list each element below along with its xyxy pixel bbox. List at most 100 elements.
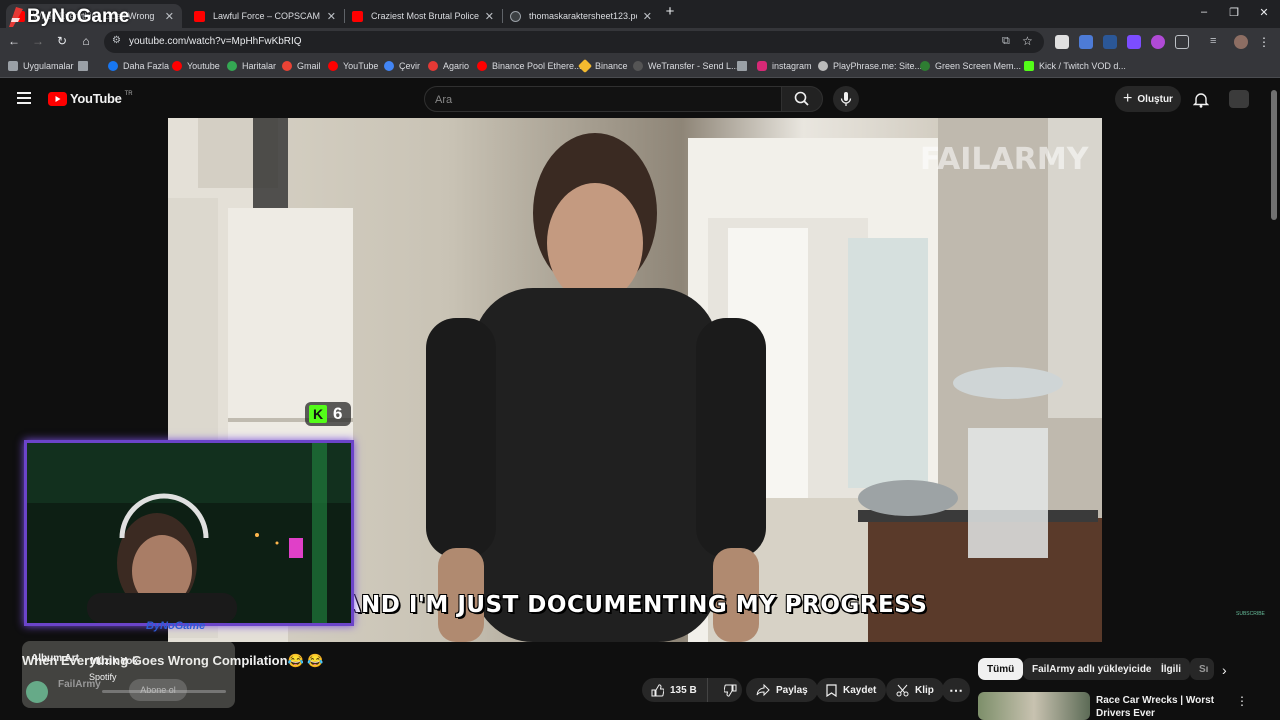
install-app-icon[interactable]: ⧉	[1002, 35, 1010, 48]
media-control-icon[interactable]: ≡	[1210, 35, 1224, 49]
more-horizontal-icon: ⋯	[949, 681, 963, 698]
bookmark-binance[interactable]: Binance	[577, 58, 628, 74]
save-button[interactable]: Kaydet	[816, 678, 887, 702]
bookmark-daha-fazla[interactable]: Daha Fazla	[108, 61, 169, 71]
recommendation-thumbnail[interactable]	[978, 692, 1090, 720]
tab-lawful-force[interactable]: Lawful Force – COPSCAM – You ✕	[186, 4, 344, 28]
browser-menu-icon[interactable]: ⋮	[1258, 35, 1272, 49]
bookmark-youtube-2[interactable]: YouTube	[328, 61, 378, 71]
bookmark-label: WeTransfer - Send L...	[648, 61, 739, 71]
like-dislike-group: 135 B	[642, 678, 742, 702]
bookmark-label: Green Screen Mem...	[935, 61, 1022, 71]
tab-police[interactable]: Craziest Most Brutal Police Da ✕	[344, 4, 502, 28]
search-icon	[794, 91, 809, 106]
bookmarks-bar: Uygulamalar Daha Fazla Youtube Haritalar…	[0, 56, 1280, 78]
bookmark-apps[interactable]: Uygulamalar	[8, 61, 74, 71]
more-actions-button[interactable]: ⋯	[942, 678, 970, 702]
recommendation-more-icon[interactable]: ⋮	[1236, 694, 1248, 708]
extension-pen-icon[interactable]	[1127, 35, 1141, 49]
scissors-icon	[896, 684, 909, 696]
bookmark-star-icon[interactable]: ☆	[1022, 34, 1033, 48]
bookmark-translate[interactable]: Çevir	[384, 61, 420, 71]
profile-avatar[interactable]	[1234, 35, 1248, 49]
bookmark-green-screen[interactable]: Green Screen Mem...	[920, 61, 1021, 71]
instagram-icon	[757, 61, 767, 71]
close-window-button[interactable]: ✕	[1254, 6, 1274, 19]
close-tab-icon[interactable]: ✕	[327, 10, 336, 23]
extension-purple-icon[interactable]	[1151, 35, 1165, 49]
channel-name[interactable]: FailArmy	[58, 679, 101, 690]
bookmark-youtube-1[interactable]: Youtube	[172, 61, 220, 71]
bookmark-grid[interactable]	[78, 61, 93, 71]
bookmark-gmail[interactable]: Gmail	[282, 61, 321, 71]
browser-tab-strip: When Everything Goes Wrong ✕ Lawful Forc…	[0, 0, 1280, 28]
create-button[interactable]: + Oluştur	[1115, 86, 1181, 112]
reload-button[interactable]: ↻	[54, 34, 70, 48]
share-button[interactable]: Paylaş	[746, 678, 818, 702]
chip-truncated[interactable]: Sı	[1190, 658, 1214, 680]
close-tab-icon[interactable]: ✕	[165, 10, 174, 23]
youtube-favicon-icon	[352, 10, 363, 22]
song-title: Müzik Yok	[90, 656, 138, 667]
chip-all[interactable]: Tümü	[978, 658, 1024, 680]
bookmark-wetransfer[interactable]: WeTransfer - Send L...	[633, 61, 739, 71]
home-button[interactable]: ⌂	[78, 34, 94, 48]
bookmark-agario[interactable]: Agario	[428, 61, 469, 71]
page-scrollbar[interactable]	[1271, 90, 1277, 220]
bookmark-kick-vod[interactable]: Kick / Twitch VOD d...	[1024, 61, 1126, 71]
dislike-button[interactable]	[714, 678, 737, 702]
album-art-placeholder: Album Art	[31, 653, 79, 664]
youtube-logo[interactable]: YouTube TR	[48, 91, 133, 106]
extension-counter-icon[interactable]	[1103, 35, 1117, 49]
chip-from-uploader[interactable]: FailArmy adlı yükleyiciden	[1023, 658, 1167, 680]
site-info-icon[interactable]: ⚙	[112, 35, 121, 46]
thumbs-down-icon	[723, 684, 737, 697]
bookmark-label: Uygulamalar	[23, 61, 74, 71]
webcam-feed-illustration	[27, 443, 351, 623]
clip-button[interactable]: Klip	[886, 678, 944, 702]
bookmark-binance-pool[interactable]: Binance Pool Ethere...	[477, 61, 582, 71]
notifications-bell-icon[interactable]	[1193, 91, 1209, 108]
voice-search-button[interactable]	[833, 86, 859, 112]
search-input[interactable]: Ara	[424, 86, 782, 112]
bookmark-instagram[interactable]: instagram	[757, 61, 812, 71]
minimize-button[interactable]: –	[1194, 6, 1214, 18]
extension-translate-icon[interactable]	[1079, 35, 1093, 49]
back-button[interactable]: ←	[6, 34, 22, 48]
forward-button[interactable]: →	[30, 34, 46, 48]
bookmark-maps[interactable]: Haritalar	[227, 61, 276, 71]
stream-brand-logo: ByNoGame	[6, 6, 129, 28]
extension-news-icon[interactable]	[1055, 35, 1069, 49]
account-avatar[interactable]	[1229, 90, 1249, 108]
subscribe-overlay-text: SUBSCRIBE	[1236, 611, 1265, 617]
kick-icon	[1024, 61, 1034, 71]
like-button[interactable]: 135 B	[642, 678, 708, 702]
new-tab-button[interactable]: +	[660, 3, 680, 20]
close-tab-icon[interactable]: ✕	[485, 10, 494, 23]
maximize-button[interactable]: ❐	[1224, 6, 1244, 19]
extensions-puzzle-icon[interactable]	[1175, 35, 1189, 49]
url-text[interactable]: youtube.com/watch?v=MpHhFwKbRIQ	[129, 36, 302, 47]
search-placeholder: Ara	[435, 94, 453, 106]
bookmark-document[interactable]	[737, 61, 752, 71]
chip-related[interactable]: İlgili	[1152, 658, 1190, 680]
translate-icon	[384, 61, 394, 71]
thumbs-up-icon	[651, 683, 664, 696]
tab-pdf[interactable]: thomaskaraktersheet123.pdf ✕	[502, 4, 660, 28]
create-label: Oluştur	[1137, 93, 1173, 105]
like-count: 135 B	[670, 684, 697, 696]
brand-text: ByNoGame	[27, 6, 130, 27]
tab-title: thomaskaraktersheet123.pdf	[529, 11, 637, 21]
binance-icon	[577, 58, 593, 74]
apps-grid-icon	[8, 61, 18, 71]
close-tab-icon[interactable]: ✕	[643, 10, 652, 23]
recommendation-title[interactable]: Race Car Wrecks | Worst Drivers Ever	[1096, 694, 1236, 720]
chevron-right-icon[interactable]: ›	[1222, 662, 1227, 678]
save-label: Kaydet	[843, 684, 877, 696]
address-bar[interactable]: ⚙ youtube.com/watch?v=MpHhFwKbRIQ ⧉ ☆	[104, 31, 1044, 53]
search-button[interactable]	[781, 86, 823, 112]
bookmark-playphrase[interactable]: PlayPhrase.me: Site...	[818, 61, 922, 71]
subscribe-button[interactable]: Abone ol	[129, 679, 187, 701]
channel-avatar[interactable]	[26, 681, 48, 703]
hamburger-menu-icon[interactable]	[17, 92, 31, 104]
